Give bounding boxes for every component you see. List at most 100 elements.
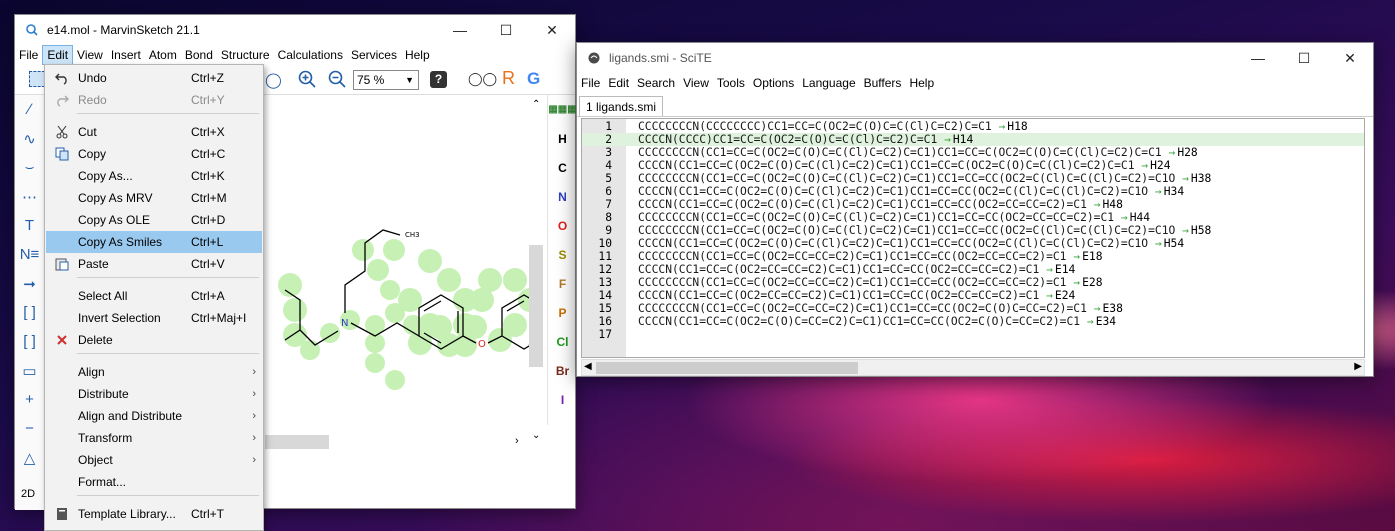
editor-line: 3 CCCCCCCCN(CC1=CC=C(OC2=C(O)C=C(Cl)C=C2)… (582, 146, 1364, 159)
element-br-button[interactable]: Br (548, 356, 577, 385)
google-icon[interactable]: G (527, 69, 540, 89)
arrow-tool-icon[interactable]: ➞ (15, 269, 44, 298)
tab-arrow-icon: → (1114, 211, 1128, 224)
menu-item-template-library[interactable]: Template Library... Ctrl+T (46, 503, 262, 525)
menu-item-distribute[interactable]: Distribute › (46, 383, 262, 405)
element-c-button[interactable]: C (548, 153, 577, 182)
chevron-right-icon[interactable]: ▶ (1354, 361, 1362, 372)
text-tool-icon[interactable]: T (15, 211, 44, 240)
menu-atom[interactable]: Atom (145, 46, 181, 64)
dimension-label[interactable]: 2D (21, 488, 35, 500)
menu-item-redo[interactable]: Redo Ctrl+Y (46, 89, 262, 111)
tab-ligands[interactable]: 1 ligands.smi (579, 96, 664, 116)
editor-scroll-thumb[interactable] (596, 362, 858, 374)
menu-item-copy-as-ole[interactable]: Copy As OLE Ctrl+D (46, 209, 262, 231)
vertical-scroll-thumb[interactable] (529, 245, 543, 367)
menu-edit[interactable]: Edit (42, 45, 74, 65)
zoom-in-icon[interactable] (298, 70, 316, 91)
scite-titlebar[interactable]: ligands.smi - SciTE — ☐ ✕ (577, 43, 1373, 73)
select-tool-icon[interactable] (29, 71, 45, 87)
menu-calculations[interactable]: Calculations (274, 46, 347, 64)
menu-help[interactable]: Help (905, 74, 938, 92)
menu-item-copy[interactable]: Copy Ctrl+C (46, 143, 262, 165)
menu-buffers[interactable]: Buffers (860, 74, 906, 92)
menu-item-align-and-distribute[interactable]: Align and Distribute › (46, 405, 262, 427)
menu-tools[interactable]: Tools (713, 74, 749, 92)
menu-item-select-all[interactable]: Select All Ctrl+A (46, 285, 262, 307)
element-o-button[interactable]: O (548, 211, 577, 240)
chevron-up-icon[interactable]: ⌃ (532, 99, 540, 110)
glasses-icon[interactable]: ◯◯ (468, 71, 497, 87)
dash-tool-icon[interactable]: ⋯ (15, 182, 44, 211)
maximize-button[interactable]: ☐ (1281, 43, 1327, 73)
help-icon[interactable]: ? (430, 71, 447, 88)
element-s-button[interactable]: S (548, 240, 577, 269)
menu-item-copy-as-smiles[interactable]: Copy As Smiles Ctrl+L (46, 231, 262, 253)
check-structure-icon[interactable]: ◯ (265, 71, 282, 89)
rect-tool-icon[interactable]: ▭ (15, 356, 44, 385)
menu-item-object[interactable]: Object › (46, 449, 262, 471)
editor-line: 8 CCCCCCCCN(CC1=CC=C(OC2=C(O)C=C(Cl)C=C2)… (582, 211, 1364, 224)
editor-horizontal-scrollbar[interactable]: ◀ ▶ (581, 359, 1365, 376)
chevron-left-icon[interactable]: ◀ (584, 361, 592, 372)
marvin-titlebar[interactable]: e14.mol - MarvinSketch 21.1 — ☐ ✕ (15, 15, 575, 45)
ligand-id: H14 (952, 133, 974, 146)
minimize-button[interactable]: — (437, 15, 483, 45)
menu-language[interactable]: Language (798, 74, 859, 92)
element-p-button[interactable]: P (548, 298, 577, 327)
menu-item-align[interactable]: Align › (46, 361, 262, 383)
element-cl-button[interactable]: Cl (548, 327, 577, 356)
menu-file[interactable]: File (15, 46, 42, 64)
chevron-right-icon[interactable]: › (515, 435, 519, 447)
zoom-out-icon[interactable] (328, 70, 346, 91)
chain-tool-icon[interactable]: ∿ (15, 124, 44, 153)
line-tool-icon[interactable]: ∕ (15, 95, 44, 124)
minus-tool-icon[interactable]: − (15, 414, 44, 443)
menu-options[interactable]: Options (749, 74, 798, 92)
menu-item-delete[interactable]: Delete (46, 329, 262, 351)
maximize-button[interactable]: ☐ (483, 15, 529, 45)
menu-bond[interactable]: Bond (181, 46, 217, 64)
menu-item-copy-as[interactable]: Copy As... Ctrl+K (46, 165, 262, 187)
line-code: CCCCN(CC1=CC=C(OC2=CC=CC=C2)C=C1)CC1=CC=… (638, 263, 1075, 276)
element-h-button[interactable]: H (548, 124, 577, 153)
menu-view[interactable]: View (679, 74, 713, 92)
close-button[interactable]: ✕ (1327, 43, 1373, 73)
menu-item-undo[interactable]: Undo Ctrl+Z (46, 67, 262, 89)
menu-item-transform[interactable]: Transform › (46, 427, 262, 449)
element-i-button[interactable]: I (548, 385, 577, 414)
menu-help[interactable]: Help (401, 46, 434, 64)
minimize-button[interactable]: — (1235, 43, 1281, 73)
menu-view[interactable]: View (73, 46, 107, 64)
menu-services[interactable]: Services (347, 46, 401, 64)
menu-item-cut[interactable]: Cut Ctrl+X (46, 121, 262, 143)
code-editor[interactable]: 1 CCCCCCCCN(CCCCCCCC)CC1=CC=C(OC2=C(O)C=C… (581, 118, 1365, 358)
element-n-button[interactable]: N (548, 182, 577, 211)
ch3-label: CH3 (405, 231, 420, 239)
horizontal-scroll-thumb[interactable] (265, 435, 329, 449)
menu-structure[interactable]: Structure (217, 46, 274, 64)
smiles-text: CCCCN(CC1=CC=C(OC2=C(O)C=C(Cl)C=C2)C=C1)… (638, 237, 1149, 250)
square-bracket-tool-icon[interactable]: [ ] (15, 327, 44, 356)
element-f-button[interactable]: F (548, 269, 577, 298)
menu-item-invert-selection[interactable]: Invert Selection Ctrl+Maj+I (46, 307, 262, 329)
atom-list-tool-icon[interactable]: N≡ (15, 240, 44, 269)
element-grid-icon[interactable]: ▦▦▦ (548, 95, 577, 124)
menu-item-paste[interactable]: Paste Ctrl+V (46, 253, 262, 275)
bracket-tool-icon[interactable]: [ ] (15, 298, 44, 327)
menu-item-label: Template Library... (78, 507, 176, 521)
r-group-icon[interactable]: R (502, 68, 515, 89)
menu-item-format[interactable]: Format... (46, 471, 262, 493)
editor-line: 6 CCCCN(CC1=CC=C(OC2=C(O)C=C(Cl)C=C2)C=C1… (582, 185, 1364, 198)
menu-item-copy-as-mrv[interactable]: Copy As MRV Ctrl+M (46, 187, 262, 209)
zoom-select[interactable]: 75 % ▼ (353, 70, 419, 90)
close-button[interactable]: ✕ (529, 15, 575, 45)
menu-item-shortcut: Ctrl+V (191, 257, 225, 271)
menu-file[interactable]: File (577, 74, 604, 92)
menu-search[interactable]: Search (633, 74, 679, 92)
triangle-tool-icon[interactable]: △ (15, 443, 44, 472)
arc-tool-icon[interactable]: ⌣ (15, 153, 44, 182)
plus-tool-icon[interactable]: + (15, 385, 44, 414)
menu-insert[interactable]: Insert (107, 46, 145, 64)
menu-edit[interactable]: Edit (604, 74, 633, 92)
